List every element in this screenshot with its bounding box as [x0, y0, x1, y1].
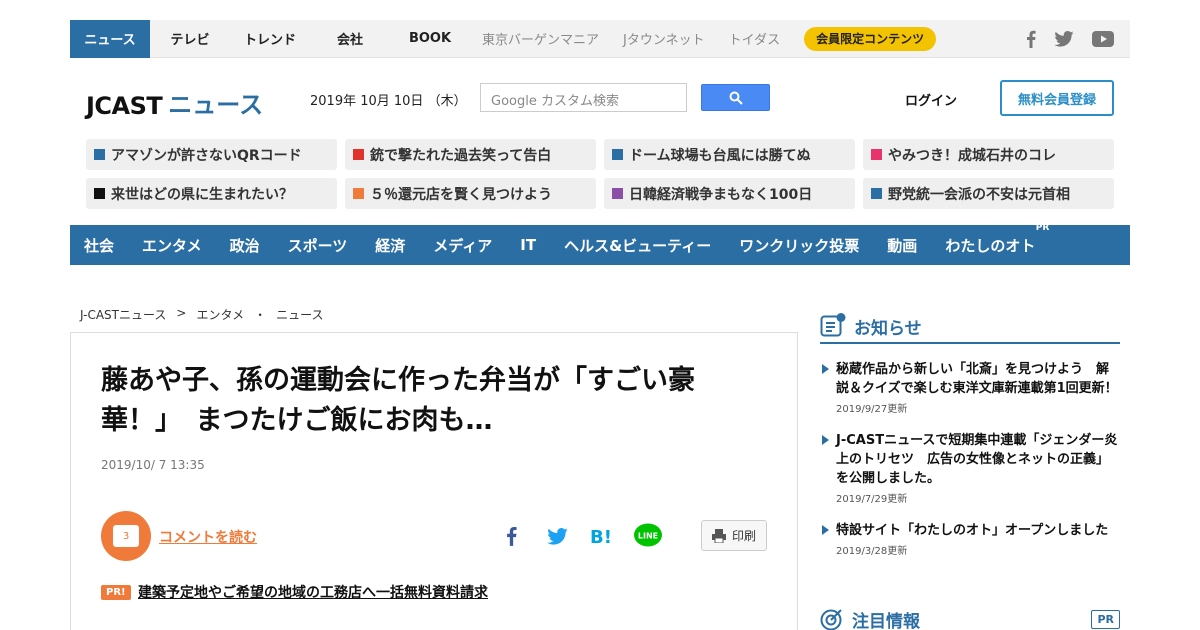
- breadcrumb-entertainment[interactable]: エンタメ: [196, 306, 244, 323]
- notice-updated: 2019/7/29更新: [836, 494, 908, 505]
- notice-icon: [820, 313, 846, 337]
- topnav-jtown-net[interactable]: Jタウンネット: [611, 20, 717, 58]
- breadcrumb-home[interactable]: J-CASTニュース: [80, 306, 166, 323]
- notice-list: 秘蔵作品から新しい「北斎」を見つけよう 解説＆クイズで楽しむ東洋文庫新連載第1回…: [820, 360, 1120, 573]
- notice-text: J-CASTニュースで短期集中連載「ジェンダー炎上のトリセツ 広告の女性像とネッ…: [836, 433, 1118, 486]
- print-button[interactable]: 印刷: [701, 520, 767, 551]
- search-input[interactable]: Google カスタム検索: [480, 83, 687, 112]
- trending-tag[interactable]: ５％還元店を賢く見つけよう: [345, 178, 596, 209]
- article-box: 藤あや子、孫の運動会に作った弁当が「すごい豪 華！」 まつたけご飯にお肉も… 20…: [70, 332, 798, 630]
- tag-color-square: [94, 188, 105, 199]
- category-one-click-vote[interactable]: ワンクリック投票: [739, 235, 859, 256]
- tag-color-square: [612, 149, 623, 160]
- category-health-beauty[interactable]: ヘルス&ビューティー: [564, 235, 711, 256]
- tag-color-square: [353, 149, 364, 160]
- site-logo[interactable]: JCAST ニュース: [86, 80, 263, 120]
- member-content-button[interactable]: 会員限定コンテンツ: [804, 26, 937, 51]
- breadcrumb: J-CASTニュース > エンタメ ・ ニュース: [80, 306, 324, 323]
- register-button[interactable]: 無料会員登録: [1000, 80, 1114, 116]
- notice-text: 特設サイト「わたしのオト」オープンしました: [836, 523, 1109, 538]
- notice-updated: 2019/9/27更新: [836, 404, 908, 415]
- trending-tag[interactable]: 来世はどの県に生まれたい？: [86, 178, 337, 209]
- pr-label: PR: [1035, 222, 1050, 233]
- trending-tag[interactable]: 銃で撃たれた過去笑って告白: [345, 139, 596, 170]
- trending-tag[interactable]: やみつき！成城石井のコレ: [863, 139, 1114, 170]
- search-icon: [729, 91, 743, 105]
- social-links: [1026, 30, 1130, 48]
- svg-text:LINE: LINE: [638, 532, 658, 541]
- comment-icon: 3: [113, 525, 139, 547]
- search-button[interactable]: [701, 84, 770, 111]
- pr-badge: PR!: [101, 585, 131, 600]
- facebook-share-icon[interactable]: [501, 523, 521, 549]
- logo-main-text: JCAST: [86, 92, 163, 120]
- logo-sub-text: ニュース: [168, 91, 264, 119]
- topnav-tv[interactable]: テレビ: [150, 20, 230, 58]
- tag-color-square: [871, 188, 882, 199]
- topnav-book[interactable]: BOOK: [390, 20, 470, 58]
- triangle-bullet-icon: [822, 435, 829, 445]
- topnav-company[interactable]: 会社: [310, 20, 390, 58]
- notice-text: 秘蔵作品から新しい「北斎」を見つけよう 解説＆クイズで楽しむ東洋文庫新連載第1回…: [836, 362, 1118, 396]
- notice-item[interactable]: 特設サイト「わたしのオト」オープンしました 2019/3/28更新: [820, 521, 1120, 557]
- category-sports[interactable]: スポーツ: [288, 235, 348, 256]
- topnav-bargain-mania[interactable]: 東京バーゲンマニア: [470, 20, 611, 58]
- tag-color-square: [353, 188, 364, 199]
- triangle-bullet-icon: [822, 364, 829, 374]
- notice-item[interactable]: J-CASTニュースで短期集中連載「ジェンダー炎上のトリセツ 広告の女性像とネッ…: [820, 431, 1120, 505]
- triangle-bullet-icon: [822, 525, 829, 535]
- hatena-bookmark-icon[interactable]: B!: [589, 523, 615, 549]
- login-link[interactable]: ログイン: [905, 90, 957, 109]
- category-watashi-no-oto[interactable]: わたしのオト PR: [945, 223, 1049, 256]
- category-it[interactable]: IT: [520, 236, 536, 254]
- notice-updated: 2019/3/28更新: [836, 546, 908, 557]
- pr-ad-link[interactable]: 建築予定地やご希望の地域の工務店へ一括無料資料請求: [138, 582, 488, 602]
- topnav-toidas[interactable]: トイダス: [717, 20, 792, 58]
- comment-count-button[interactable]: 3: [101, 511, 151, 561]
- category-economy[interactable]: 経済: [375, 235, 405, 256]
- tag-color-square: [612, 188, 623, 199]
- target-icon: [820, 609, 842, 630]
- notice-header: お知らせ: [820, 310, 1120, 344]
- tag-color-square: [871, 149, 882, 160]
- tag-color-square: [94, 149, 105, 160]
- category-navigation: 社会 エンタメ 政治 スポーツ 経済 メディア IT ヘルス&ビューティー ワン…: [70, 223, 1130, 265]
- trending-tag[interactable]: 野党統一会派の不安は元首相: [863, 178, 1114, 209]
- focus-title: 注目情報: [852, 611, 920, 630]
- topnav-news[interactable]: ニュース: [70, 19, 150, 58]
- breadcrumb-separator: >: [176, 306, 187, 320]
- trending-tag[interactable]: ドーム球場も台風には勝てぬ: [604, 139, 855, 170]
- trending-tags: アマゾンが許さないQRコード 銃で撃たれた過去笑って告白 ドーム球場も台風には勝…: [86, 139, 1114, 209]
- breadcrumb-separator: ・: [254, 308, 267, 322]
- facebook-icon[interactable]: [1026, 30, 1036, 48]
- pr-label: PR: [1091, 609, 1120, 629]
- twitter-icon[interactable]: [1054, 30, 1074, 47]
- printer-icon: [711, 528, 726, 543]
- focus-header: 注目情報 PR: [820, 604, 1120, 630]
- category-politics[interactable]: 政治: [230, 235, 260, 256]
- category-media[interactable]: メディア: [433, 235, 492, 256]
- topnav-trend[interactable]: トレンド: [230, 20, 310, 58]
- svg-text:B!: B!: [590, 527, 612, 546]
- line-share-icon[interactable]: LINE: [633, 523, 663, 549]
- category-video[interactable]: 動画: [887, 235, 917, 256]
- current-date: 2019年 10月 10日 （木）: [310, 94, 467, 109]
- article-title: 藤あや子、孫の運動会に作った弁当が「すごい豪 華！」 まつたけご飯にお肉も…: [101, 365, 695, 436]
- top-navigation: ニュース テレビ トレンド 会社 BOOK 東京バーゲンマニア Jタウンネット …: [70, 19, 1130, 58]
- breadcrumb-news[interactable]: ニュース: [276, 306, 323, 323]
- read-comments-link[interactable]: コメントを読む: [159, 527, 257, 547]
- category-society[interactable]: 社会: [84, 235, 114, 256]
- article-date: 2019/10/ 7 13:35: [101, 458, 205, 472]
- notice-title: お知らせ: [854, 318, 922, 339]
- notice-item[interactable]: 秘蔵作品から新しい「北斎」を見つけよう 解説＆クイズで楽しむ東洋文庫新連載第1回…: [820, 360, 1120, 415]
- trending-tag[interactable]: 日韓経済戦争まもなく100日: [604, 178, 855, 209]
- twitter-share-icon[interactable]: [545, 523, 569, 549]
- youtube-icon[interactable]: [1092, 30, 1114, 47]
- trending-tag[interactable]: アマゾンが許さないQRコード: [86, 139, 337, 170]
- category-entertainment[interactable]: エンタメ: [142, 235, 202, 256]
